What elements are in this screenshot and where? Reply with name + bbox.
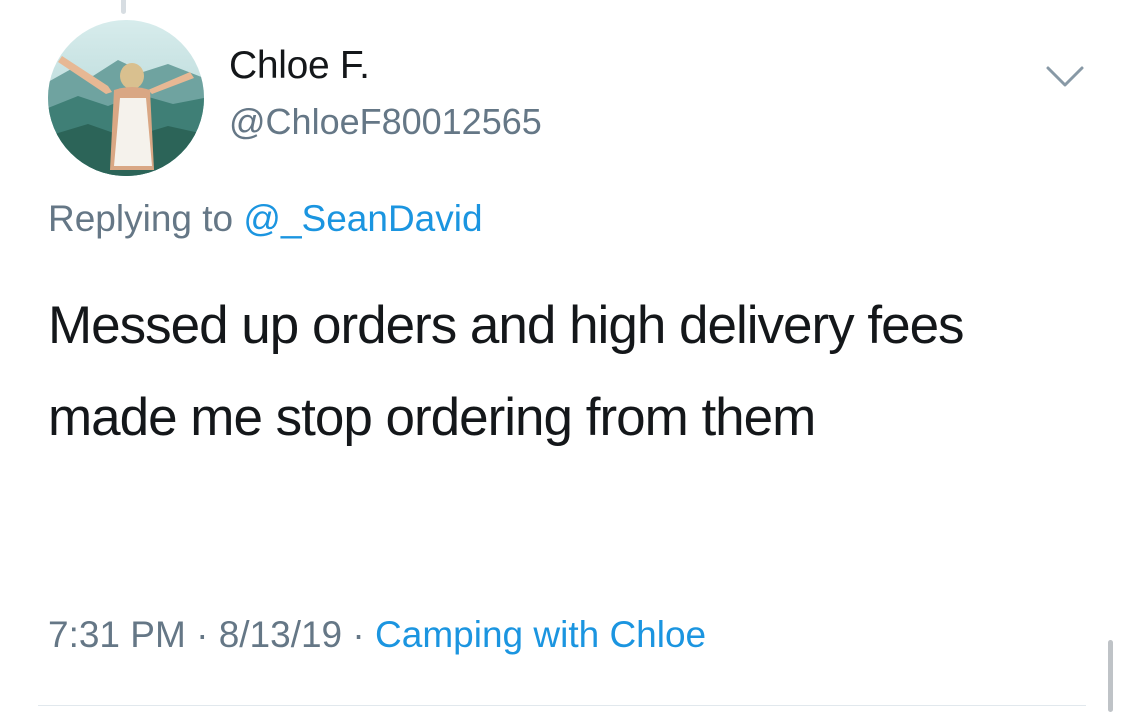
scrollbar[interactable] xyxy=(1108,640,1113,712)
tweet-text: Messed up orders and high delivery fees … xyxy=(48,296,965,447)
reply-mention-link[interactable]: @_SeanDavid xyxy=(243,198,482,239)
divider xyxy=(38,705,1086,706)
thread-connector-line xyxy=(121,0,126,14)
replying-to-line: Replying to @_SeanDavid xyxy=(48,198,483,240)
author-display-name[interactable]: Chloe F. xyxy=(229,44,370,88)
meta-separator: · xyxy=(342,614,376,655)
avatar[interactable] xyxy=(48,20,204,176)
meta-separator: · xyxy=(185,614,219,655)
replying-to-label: Replying to xyxy=(48,198,244,239)
avatar-image xyxy=(48,20,204,176)
chevron-down-icon[interactable] xyxy=(1045,64,1085,90)
tweet-meta: 7:31 PM · 8/13/19 · Camping with Chloe xyxy=(48,614,706,656)
tweet-date[interactable]: 8/13/19 xyxy=(219,614,342,655)
tweet-source-link[interactable]: Camping with Chloe xyxy=(375,614,706,655)
author-handle[interactable]: @ChloeF80012565 xyxy=(229,101,542,143)
tweet-time[interactable]: 7:31 PM xyxy=(48,614,186,655)
